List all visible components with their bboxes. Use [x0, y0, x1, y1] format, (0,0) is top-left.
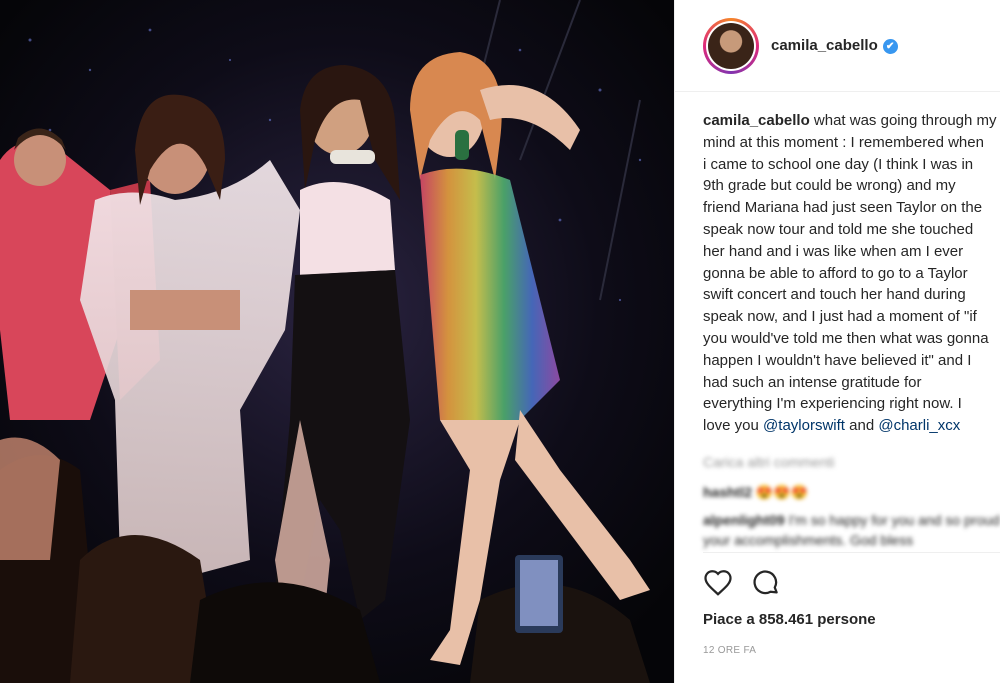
caption-line: i came to school one day (I think I was … — [703, 155, 974, 173]
comment-bubble-icon[interactable] — [751, 568, 781, 598]
instagram-post: camila_cabello ✔ camila_cabello what was … — [0, 0, 1000, 683]
heart-icon[interactable] — [703, 568, 733, 598]
comment-username[interactable]: alpenlight09 — [703, 512, 785, 528]
caption-line: you would've told me then what was gonna — [703, 329, 989, 347]
caption-line-prefix: love you — [703, 417, 764, 435]
header-username[interactable]: camila_cabello — [771, 37, 878, 54]
caption-line: had such an intense gratitude for — [703, 373, 922, 391]
caption-line: speak now, and I just had a moment of "i… — [703, 308, 977, 326]
caption-line: 9th grade but could be wrong) and my — [703, 177, 956, 195]
avatar[interactable] — [703, 17, 759, 74]
caption-line: her hand and i was like when am I ever — [703, 242, 964, 260]
post-header: camila_cabello ✔ — [675, 0, 1000, 92]
caption-line: speak now tour and told me she touched — [703, 220, 974, 238]
concert-photo-illustration — [0, 0, 674, 683]
caption-username[interactable]: camila_cabello — [703, 112, 810, 129]
load-more-comments-link[interactable]: Carica altri commenti — [703, 452, 1000, 472]
caption-line: what was going through my — [809, 112, 997, 129]
verified-checkmark-icon: ✔ — [882, 39, 898, 54]
comment-username[interactable]: hashtl2 — [703, 484, 752, 500]
post-caption: camila_cabello what was going through my… — [703, 110, 1000, 437]
caption-line: gonna be able to afford to go to a Taylo… — [703, 264, 968, 282]
caption-line: mind at this moment : I remembered when — [703, 133, 984, 151]
mention-link-charli-xcx[interactable]: @charli_xcx — [878, 417, 960, 434]
likes-count[interactable]: Piace a 858.461 persone — [703, 611, 876, 628]
caption-line: everything I'm experiencing right now. I — [703, 395, 962, 413]
caption-line: happen I wouldn't have believed it" and … — [703, 351, 972, 369]
caption-line: swift concert and touch her hand during — [703, 286, 966, 304]
caption-and: and — [844, 417, 879, 435]
comment-item: hashtl2 😍😍😍 — [703, 482, 1000, 502]
comments-section: Carica altri commenti hashtl2 😍😍😍 alpenl… — [703, 452, 1000, 558]
mention-link-taylorswift[interactable]: @taylorswift — [763, 417, 845, 434]
post-photo[interactable] — [0, 0, 674, 683]
post-sidebar: camila_cabello ✔ camila_cabello what was … — [674, 0, 1000, 683]
caption-line: friend Mariana had just seen Taylor on t… — [703, 199, 983, 217]
comment-item: alpenlight09 I'm so happy for you and so… — [703, 510, 1000, 550]
comment-text: 😍😍😍 — [755, 484, 809, 500]
post-timestamp: 12 ORE FA — [703, 645, 757, 656]
avatar-image — [708, 22, 754, 69]
actions-divider — [703, 552, 1000, 553]
post-actions — [703, 568, 781, 598]
